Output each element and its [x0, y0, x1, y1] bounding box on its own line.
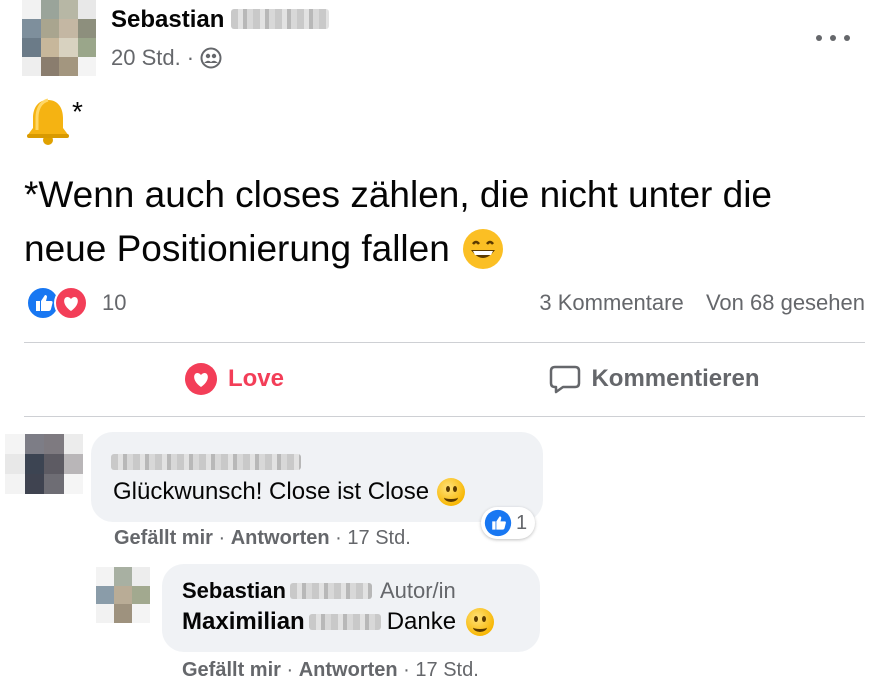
comment-actions: Gefällt mir · Antworten · 17 Std. [114, 527, 411, 550]
author-last-name-redacted [231, 9, 330, 29]
reply-mention-last-name-redacted [308, 614, 381, 630]
smile-emoji [466, 608, 495, 636]
reply-header: Sebastian Autor/in [182, 578, 456, 604]
post-meta: 20 Std. · [111, 45, 222, 71]
reply-bubble: Sebastian Autor/in Maximilian Danke [162, 564, 540, 652]
reply-like-link[interactable]: Gefällt mir [182, 659, 281, 681]
post-text-line2: neue Positionierung fallen [24, 222, 772, 276]
commenter-avatar[interactable] [5, 434, 83, 494]
comment-reaction-count: 1 [516, 511, 528, 534]
comments-count[interactable]: 3 Kommentare [539, 290, 683, 315]
reactions-count[interactable]: 10 [102, 290, 126, 316]
comment-actions-sep: · [335, 527, 342, 549]
comment-button-label: Kommentieren [591, 365, 760, 392]
reply-time[interactable]: 17 Std. [415, 659, 478, 681]
love-reaction-icon [54, 286, 88, 320]
heart-icon [184, 363, 217, 395]
comment-time[interactable]: 17 Std. [347, 527, 410, 549]
views-count[interactable]: Von 68 gesehen [706, 290, 865, 315]
smile-emoji [437, 478, 466, 506]
love-button-label: Love [227, 365, 284, 392]
grin-emoji [462, 229, 503, 269]
commenter-name-redacted[interactable] [111, 454, 301, 470]
comment-reaction-badge[interactable]: 1 [481, 507, 536, 539]
reply-actions-sep: · [403, 659, 410, 681]
post-text-line2-text: neue Positionierung fallen [24, 228, 450, 269]
reactions-summary[interactable]: 10 [26, 286, 126, 320]
reply-actions-sep: · [286, 659, 294, 681]
bell-emoji [27, 98, 69, 145]
comment-like-link[interactable]: Gefällt mir [114, 527, 213, 549]
comment-actions-sep: · [218, 527, 226, 549]
reply-author-avatar[interactable] [96, 567, 150, 623]
comment-text-content: Glückwunsch! Close ist Close [113, 478, 430, 505]
author-avatar[interactable] [22, 0, 96, 76]
comment-bubble: Glückwunsch! Close ist Close [91, 432, 543, 522]
author-role-badge: Autor/in [379, 578, 456, 603]
love-button[interactable]: Love [24, 352, 444, 406]
comment-reply-link[interactable]: Antworten [231, 527, 330, 549]
reply-mention[interactable]: Maximilian [182, 608, 305, 636]
divider-top [24, 342, 865, 343]
post-time[interactable]: 20 Std. [111, 45, 181, 71]
post-text: *Wenn auch closes zählen, die nicht unte… [24, 168, 772, 276]
author-name[interactable]: Sebastian [111, 6, 330, 34]
comment-text: Glückwunsch! Close ist Close [113, 478, 466, 506]
reply-author-name[interactable]: Sebastian [182, 578, 286, 604]
post-stats: 3 Kommentare Von 68 gesehen [539, 290, 865, 316]
post-text-line1: *Wenn auch closes zählen, die nicht unte… [24, 174, 773, 215]
author-first-name[interactable]: Sebastian [111, 6, 224, 33]
reply-reply-link[interactable]: Antworten [299, 659, 398, 681]
reply-actions: Gefällt mir · Antworten · 17 Std. [182, 659, 479, 682]
meta-separator: · [186, 45, 195, 70]
reply-author-last-name-redacted [289, 583, 372, 599]
reply-text: Maximilian Danke [182, 608, 495, 636]
bell-asterisk: * [72, 96, 83, 127]
more-options-icon[interactable] [816, 30, 850, 46]
globe-friends-icon [200, 47, 222, 69]
like-reaction-icon [484, 509, 512, 537]
comment-button[interactable]: Kommentieren [444, 352, 865, 406]
divider-bottom [24, 416, 865, 417]
comment-icon [550, 365, 581, 394]
reply-text-content: Danke [386, 608, 457, 635]
